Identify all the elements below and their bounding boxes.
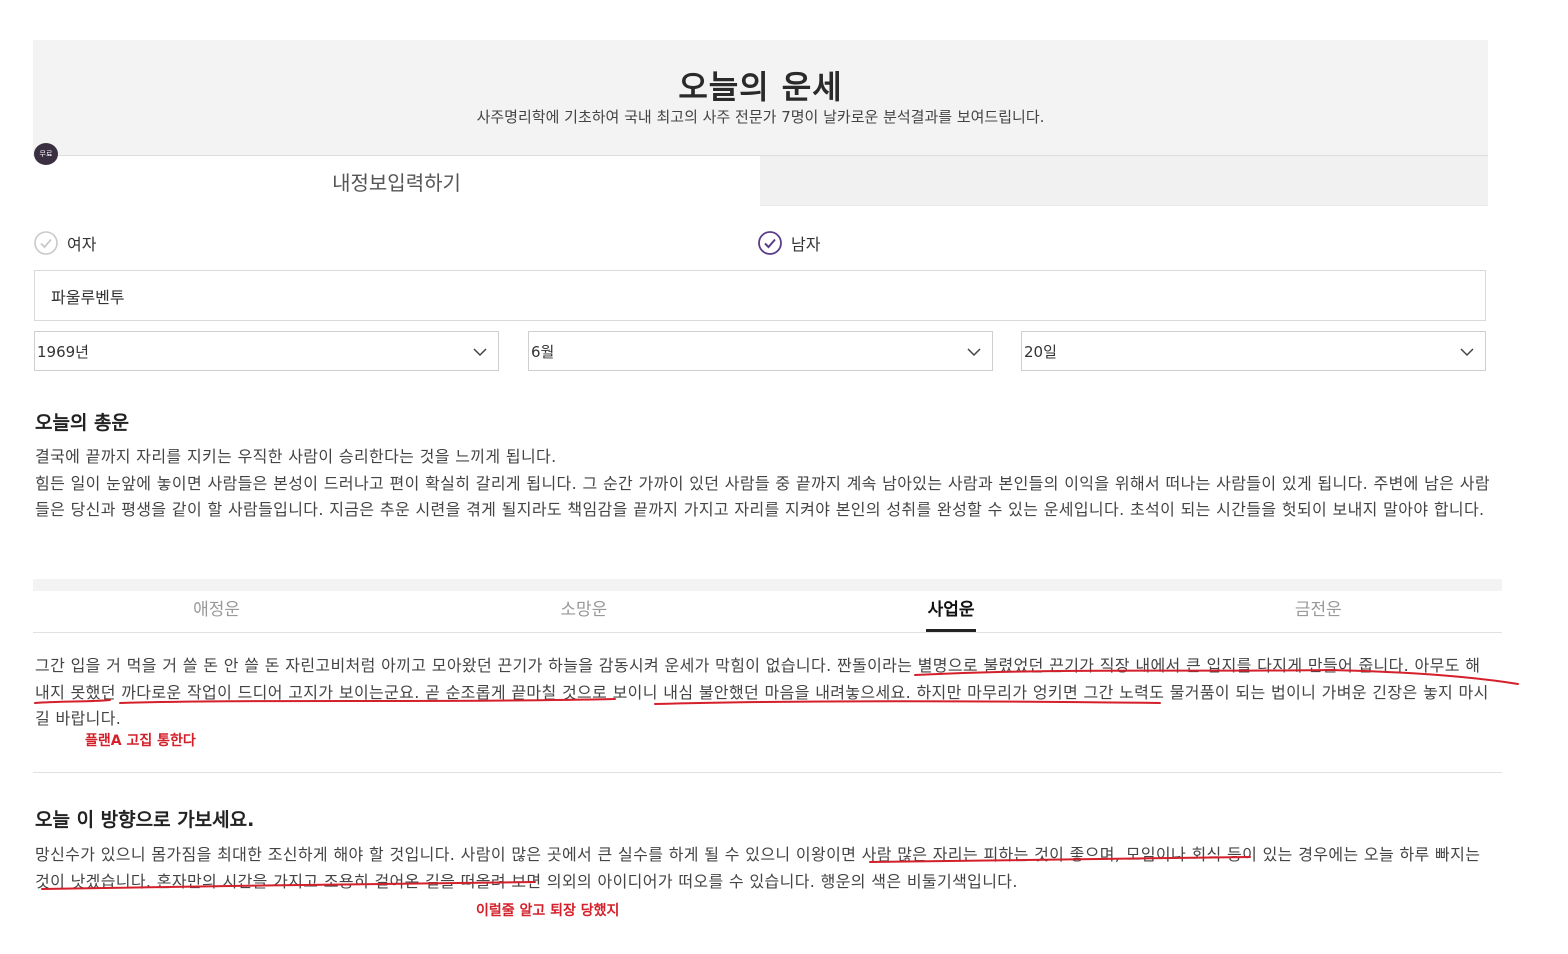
chevron-down-icon — [473, 348, 487, 357]
page-header: 오늘의 운세 사주명리학에 기초하여 국내 최고의 사주 전문가 7명이 날카로… — [33, 40, 1488, 155]
direction-text: 망신수가 있으니 몸가짐을 최대한 조신하게 해야 할 것입니다. 사람이 많은… — [35, 845, 1481, 891]
gender-female-radio[interactable]: 여자 — [34, 230, 96, 256]
gender-male-label: 남자 — [791, 235, 821, 254]
overall-fortune-line2: 힘든 일이 눈앞에 놓이면 사람들은 본성이 드러나고 편이 확실히 갈리게 됩… — [35, 473, 1490, 520]
chevron-down-icon — [1460, 348, 1474, 357]
business-fortune-text: 그간 입을 거 먹을 거 쓸 돈 안 쓸 돈 자린고비처럼 아끼고 모아왔던 끈… — [35, 656, 1489, 728]
tab-other[interactable] — [760, 155, 1488, 206]
overall-fortune-text: 결국에 끝까지 자리를 지키는 우직한 사람이 승리한다는 것을 느끼게 됩니다… — [35, 444, 1495, 524]
birth-year-select[interactable]: 1969년 — [34, 331, 499, 371]
chevron-down-icon — [967, 348, 981, 357]
birth-day-select[interactable]: 20일 — [1021, 331, 1486, 371]
tab-business-fortune[interactable]: 사업운 — [768, 591, 1135, 632]
page-subtitle: 사주명리학에 기초하여 국내 최고의 사주 전문가 7명이 날카로운 분석결과를… — [476, 108, 1045, 126]
check-circle-icon — [34, 231, 58, 255]
overall-fortune-line1: 결국에 끝까지 자리를 지키는 우직한 사람이 승리한다는 것을 느끼게 됩니다… — [35, 447, 557, 466]
tab-love-fortune[interactable]: 애정운 — [33, 591, 400, 632]
birth-month-select[interactable]: 6월 — [528, 331, 993, 371]
gender-male-radio[interactable]: 남자 — [758, 230, 820, 256]
tab-wish-fortune[interactable]: 소망운 — [400, 591, 767, 632]
gender-female-label: 여자 — [67, 235, 97, 254]
tab-my-info-input[interactable]: 내정보입력하기 — [33, 155, 760, 206]
page-title: 오늘의 운세 — [678, 68, 843, 106]
tabs-band — [33, 579, 1502, 591]
check-circle-icon — [758, 231, 782, 255]
birth-day-value: 20일 — [1024, 342, 1057, 361]
annotation-note-1: 플랜A 고집 통한다 — [85, 733, 196, 749]
name-input[interactable] — [34, 270, 1486, 321]
direction-title: 오늘 이 방향으로 가보세요. — [35, 809, 255, 831]
annotation-note-2: 이럴줄 알고 퇴장 당했지 — [476, 903, 620, 919]
birth-year-value: 1969년 — [37, 342, 89, 361]
overall-fortune-title: 오늘의 총운 — [35, 412, 130, 434]
section-divider — [33, 772, 1502, 773]
free-badge: 무료 — [34, 143, 58, 165]
birth-month-value: 6월 — [531, 342, 555, 361]
fortune-tabs: 애정운 소망운 사업운 금전운 — [33, 591, 1502, 633]
tab-money-fortune[interactable]: 금전운 — [1135, 591, 1502, 632]
